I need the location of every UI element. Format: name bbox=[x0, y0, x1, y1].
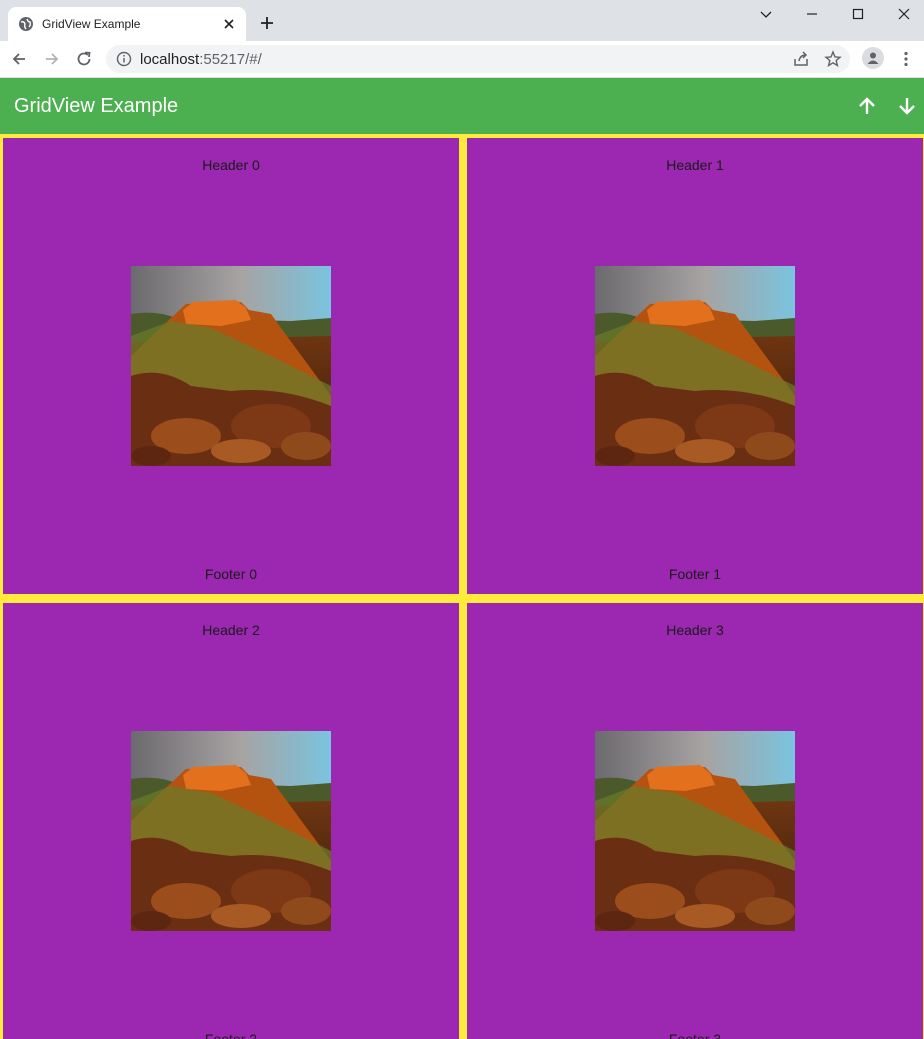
tile-footer: Footer 2 bbox=[204, 1031, 258, 1039]
share-icon[interactable] bbox=[792, 50, 810, 68]
tile-header: Header 1 bbox=[666, 157, 724, 173]
tile-footer: Footer 0 bbox=[204, 566, 258, 582]
browser-tab[interactable]: GridView Example bbox=[8, 7, 246, 41]
reload-icon[interactable] bbox=[75, 50, 93, 68]
info-icon[interactable] bbox=[116, 51, 132, 67]
new-tab-icon[interactable] bbox=[258, 14, 276, 32]
landscape-image bbox=[131, 266, 331, 466]
forward-icon[interactable] bbox=[43, 50, 61, 68]
tile-footer: Footer 3 bbox=[668, 1031, 722, 1039]
tile-header: Header 3 bbox=[666, 622, 724, 638]
url-host: localhost bbox=[140, 51, 200, 68]
app-bar: GridView Example bbox=[0, 78, 924, 134]
profile-avatar[interactable] bbox=[862, 47, 884, 69]
globe-icon bbox=[19, 17, 33, 31]
chevron-down-icon[interactable] bbox=[754, 4, 778, 24]
grid-view[interactable]: Header 0 Footer 0 Header 1 Footer 1 Head… bbox=[0, 134, 924, 1039]
grid-tile[interactable]: Header 2 Footer 2 bbox=[3, 603, 459, 1039]
close-icon[interactable] bbox=[222, 17, 236, 31]
minimize-icon[interactable] bbox=[800, 4, 824, 24]
landscape-image bbox=[595, 266, 795, 466]
tile-header: Header 0 bbox=[202, 157, 260, 173]
url-path: :55217/#/ bbox=[199, 51, 262, 68]
arrow-downward-icon[interactable] bbox=[896, 95, 918, 117]
more-vert-icon[interactable] bbox=[897, 50, 915, 68]
star-icon[interactable] bbox=[824, 50, 842, 68]
arrow-upward-icon[interactable] bbox=[856, 95, 878, 117]
page-title: GridView Example bbox=[14, 95, 179, 117]
maximize-icon[interactable] bbox=[846, 4, 870, 24]
tile-footer: Footer 1 bbox=[668, 566, 722, 582]
tab-title: GridView Example bbox=[42, 17, 141, 31]
grid-tile[interactable]: Header 0 Footer 0 bbox=[3, 138, 459, 594]
address-bar[interactable]: localhost:55217/#/ bbox=[106, 45, 850, 73]
url-text: localhost:55217/#/ bbox=[140, 51, 262, 68]
back-icon[interactable] bbox=[10, 50, 28, 68]
landscape-image bbox=[131, 731, 331, 931]
browser-tabstrip: GridView Example bbox=[0, 0, 924, 41]
grid-tile[interactable]: Header 1 Footer 1 bbox=[467, 138, 923, 594]
person-icon bbox=[867, 52, 879, 64]
landscape-image bbox=[595, 731, 795, 931]
grid-tile[interactable]: Header 3 Footer 3 bbox=[467, 603, 923, 1039]
window-close-icon[interactable] bbox=[892, 4, 916, 24]
browser-toolbar: localhost:55217/#/ bbox=[0, 41, 924, 78]
tile-header: Header 2 bbox=[202, 622, 260, 638]
